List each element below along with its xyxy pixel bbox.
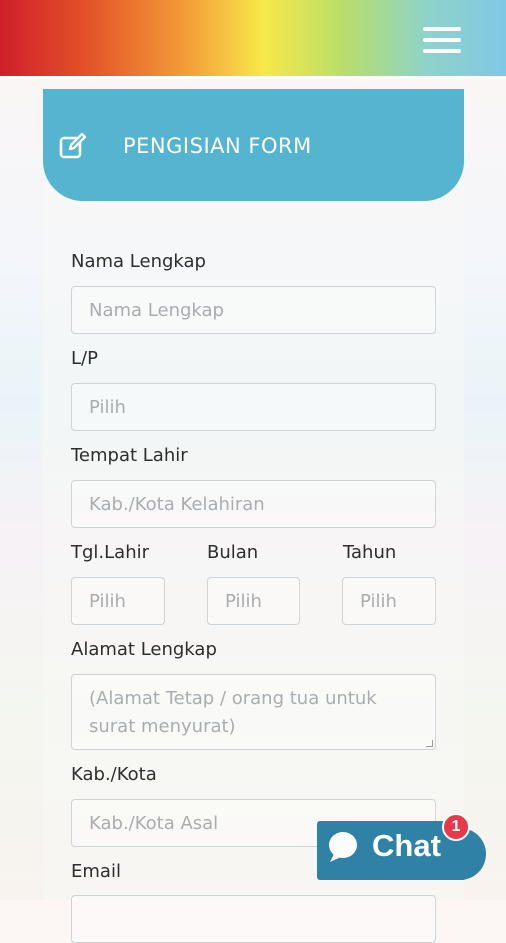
nama-input[interactable]: Nama Lengkap <box>71 286 436 334</box>
kota-label: Kab./Kota <box>71 764 157 785</box>
alamat-textarea[interactable]: (Alamat Tetap / orang tua untuk surat me… <box>71 674 436 750</box>
alamat-label: Alamat Lengkap <box>71 639 217 660</box>
tgl-select[interactable]: Pilih <box>71 577 165 625</box>
tempat-input[interactable]: Kab./Kota Kelahiran <box>71 480 436 528</box>
tempat-label: Tempat Lahir <box>71 445 188 466</box>
top-bar <box>0 0 506 79</box>
tahun-select[interactable]: Pilih <box>342 577 436 625</box>
chat-label[interactable]: Chat <box>372 828 441 864</box>
edit-icon <box>59 132 87 159</box>
chat-bubble-icon <box>329 832 357 862</box>
chat-badge: 1 <box>442 813 470 841</box>
tgl-label: Tgl.Lahir <box>71 542 150 563</box>
email-label: Email <box>71 861 121 882</box>
nama-label: Nama Lengkap <box>71 251 206 272</box>
email-input[interactable] <box>71 895 436 943</box>
bulan-label: Bulan <box>207 542 259 563</box>
form-title: PENGISIAN FORM <box>123 134 312 158</box>
bulan-select[interactable]: Pilih <box>207 577 300 625</box>
tahun-label: Tahun <box>343 542 397 563</box>
alamat-placeholder: (Alamat Tetap / orang tua untuk surat me… <box>89 688 377 737</box>
hamburger-menu-icon[interactable] <box>423 27 461 55</box>
lp-select[interactable]: Pilih <box>71 383 436 431</box>
lp-label: L/P <box>71 348 98 369</box>
resize-handle[interactable] <box>426 740 433 747</box>
